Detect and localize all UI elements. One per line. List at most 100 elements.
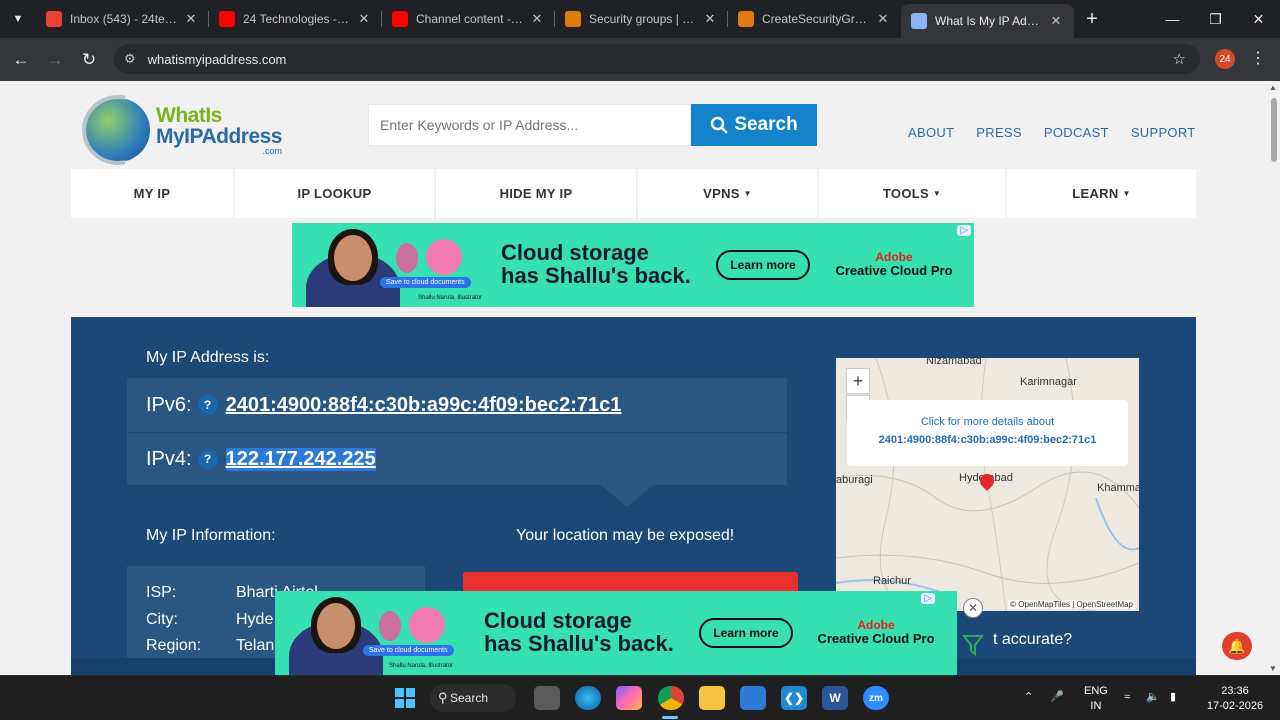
ad-brand-2: Creative Cloud Pro: [817, 631, 935, 647]
search-button[interactable]: Search: [691, 104, 817, 146]
windows-taskbar: ⚲ Search ❮❯ W zm ⌃ 🎤 ENG IN ≈ 🔈 ▮ 23:36 …: [0, 675, 1280, 720]
support-link[interactable]: SUPPORT: [1131, 125, 1196, 140]
adchoices-icon[interactable]: ▷: [921, 593, 935, 604]
map-city: Khammam: [1097, 482, 1139, 494]
browser-tab[interactable]: CreateSecurityGroup ✕: [728, 0, 901, 38]
about-link[interactable]: ABOUT: [908, 125, 954, 140]
ad-headline-1: Cloud storage: [484, 608, 632, 633]
browser-tab[interactable]: Security groups | EC2 ✕: [555, 0, 728, 38]
new-tab-button[interactable]: +: [1074, 8, 1110, 31]
close-window-button[interactable]: ✕: [1237, 0, 1280, 38]
battery-icon[interactable]: ▮: [1170, 690, 1176, 705]
bottom-sticky-ad[interactable]: Save to cloud documents Shallu Narula, I…: [275, 591, 957, 675]
clock[interactable]: 23:36 17-02-2026: [1200, 684, 1270, 714]
nav-label: MY IP: [133, 186, 171, 201]
ad-learn-more-button[interactable]: Learn more: [699, 618, 793, 648]
scrollbar-thumb[interactable]: [1271, 98, 1277, 162]
language-indicator[interactable]: ENG IN: [1084, 684, 1108, 714]
caret-down-icon: ▼: [932, 189, 942, 198]
ipv6-address[interactable]: 2401:4900:88f4:c30b:a99c:4f09:bec2:71c1: [226, 394, 622, 417]
wifi-icon[interactable]: ≈: [1124, 690, 1130, 705]
nav-learn[interactable]: LEARN ▼: [1007, 169, 1196, 218]
browser-tab[interactable]: Channel content - YouTube ✕: [382, 0, 555, 38]
close-tab-icon[interactable]: ✕: [875, 11, 891, 27]
bookmark-star-icon[interactable]: ☆: [1173, 50, 1186, 68]
info-key: ISP:: [146, 584, 177, 601]
main-nav: MY IP IP LOOKUP HIDE MY IP VPNS ▼ TOOLS …: [71, 169, 1196, 218]
close-tab-icon[interactable]: ✕: [702, 11, 718, 27]
menu-icon[interactable]: ⋮: [1250, 48, 1266, 68]
close-tab-icon[interactable]: ✕: [1048, 13, 1064, 29]
map-city: Karimnagar: [1020, 376, 1077, 388]
funnel-icon[interactable]: [962, 633, 984, 657]
mic-icon[interactable]: 🎤: [1050, 690, 1064, 705]
word-icon[interactable]: W: [822, 686, 848, 710]
page-scrollbar[interactable]: ▲ ▼: [1266, 81, 1280, 675]
start-button[interactable]: [392, 686, 418, 710]
chrome-icon[interactable]: [658, 686, 684, 710]
address-bar[interactable]: ⚙ whatismyipaddress.com ☆: [114, 44, 1200, 74]
browser-tab[interactable]: Inbox (543) - 24technologies ✕: [36, 0, 209, 38]
tab-title: 24 Technologies - YouTube: [243, 12, 350, 26]
map-attribution[interactable]: © OpenMapTiles | OpenStreetMap: [1008, 600, 1135, 609]
location-map[interactable]: Nizamabad Karimnagar Hyderabad Khammam a…: [836, 358, 1139, 611]
taskbar-search[interactable]: ⚲ Search: [430, 684, 516, 712]
zoom-icon[interactable]: zm: [863, 686, 889, 710]
press-link[interactable]: PRESS: [976, 125, 1022, 140]
minimize-button[interactable]: —: [1151, 0, 1194, 38]
ad-learn-more-button[interactable]: Learn more: [716, 250, 810, 280]
map-zoom-in-button[interactable]: +: [846, 368, 870, 394]
reload-button[interactable]: ↻: [72, 50, 106, 70]
copilot-icon[interactable]: [616, 686, 642, 710]
lang-line-2: IN: [1090, 700, 1102, 712]
map-city: aburagi: [836, 474, 873, 486]
top-banner-ad[interactable]: Save to cloud documents Shallu Narula, I…: [292, 223, 974, 307]
podcast-link[interactable]: PODCAST: [1044, 125, 1109, 140]
nav-my-ip[interactable]: MY IP: [71, 169, 235, 218]
profile-avatar[interactable]: 24: [1215, 49, 1235, 69]
scroll-down-arrow-icon[interactable]: ▼: [1269, 664, 1277, 673]
close-tab-icon[interactable]: ✕: [529, 11, 545, 27]
edge-icon[interactable]: [575, 686, 601, 710]
site-info-icon[interactable]: ⚙: [124, 51, 136, 67]
close-tab-icon[interactable]: ✕: [183, 11, 199, 27]
tray-overflow-icon[interactable]: ⌃: [1024, 690, 1033, 705]
browser-tab[interactable]: 24 Technologies - YouTube ✕: [209, 0, 382, 38]
notification-bell-icon[interactable]: 🔔: [1222, 632, 1252, 660]
ad-face-shape: [317, 603, 355, 649]
ipv6-help-icon[interactable]: ?: [197, 395, 218, 415]
task-view-icon[interactable]: [534, 686, 560, 710]
nav-hide-my-ip[interactable]: HIDE MY IP: [436, 169, 638, 218]
maximize-button[interactable]: ❐: [1194, 0, 1237, 38]
store-icon[interactable]: [740, 686, 766, 710]
search-input[interactable]: [368, 104, 691, 146]
top-links: ABOUT PRESS PODCAST SUPPORT: [908, 125, 1196, 140]
forward-button[interactable]: →: [38, 50, 72, 70]
map-popup[interactable]: Click for more details about 2401:4900:8…: [847, 400, 1128, 466]
gmail-icon: [46, 11, 62, 27]
globe-logo-icon: [82, 95, 150, 165]
tab-title: CreateSecurityGroup: [762, 12, 869, 26]
nav-ip-lookup[interactable]: IP LOOKUP: [235, 169, 436, 218]
tab-search-dropdown[interactable]: ▼: [0, 0, 36, 38]
logo-line-1: WhatIs: [156, 103, 222, 127]
close-ad-icon[interactable]: ✕: [963, 598, 983, 618]
browser-tab[interactable]: What Is My IP Address ✕: [901, 4, 1074, 38]
tab-title: What Is My IP Address: [935, 14, 1042, 28]
info-key: City:: [146, 611, 178, 628]
scroll-up-arrow-icon[interactable]: ▲: [1269, 83, 1277, 92]
file-explorer-icon[interactable]: [699, 686, 725, 710]
ipv6-label: IPv6:: [146, 393, 192, 416]
logo-line-3: .com: [262, 145, 282, 156]
site-logo[interactable]: WhatIs MyIPAddress .com: [82, 95, 283, 165]
ipv4-address[interactable]: 122.177.242.225: [225, 447, 376, 471]
vscode-icon[interactable]: ❮❯: [781, 686, 807, 710]
nav-vpns[interactable]: VPNS ▼: [638, 169, 819, 218]
back-button[interactable]: ←: [4, 50, 38, 70]
adchoices-icon[interactable]: ▷: [957, 225, 971, 236]
close-tab-icon[interactable]: ✕: [356, 11, 372, 27]
map-city: Raichur: [873, 575, 911, 587]
nav-tools[interactable]: TOOLS ▼: [819, 169, 1007, 218]
ipv4-help-icon[interactable]: ?: [197, 449, 218, 469]
volume-icon[interactable]: 🔈: [1146, 690, 1160, 705]
